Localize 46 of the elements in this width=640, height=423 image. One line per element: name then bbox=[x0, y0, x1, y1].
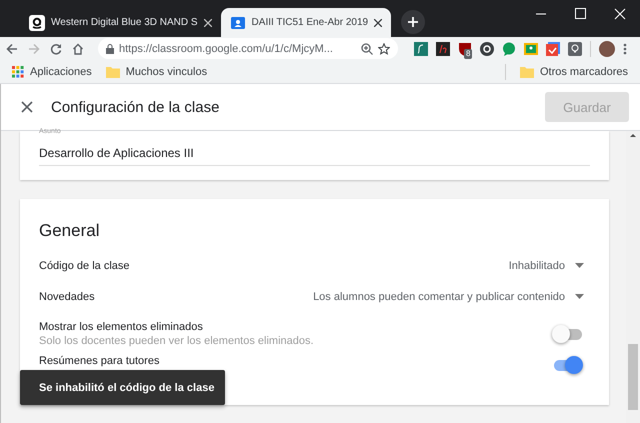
circle-extension-icon[interactable] bbox=[480, 42, 494, 56]
chat-bubble-icon[interactable] bbox=[502, 42, 516, 56]
section-heading: General bbox=[39, 220, 100, 242]
close-icon[interactable] bbox=[21, 101, 33, 113]
setting-label: Mostrar los elementos eliminados bbox=[39, 320, 204, 332]
lock-icon bbox=[106, 44, 114, 54]
folder-icon bbox=[106, 66, 120, 78]
setting-description: Solo los docentes pueden ver los elementos eliminados. bbox=[39, 334, 315, 346]
avatar-icon[interactable] bbox=[599, 40, 615, 56]
menu-icon[interactable] bbox=[623, 42, 627, 54]
back-icon[interactable] bbox=[6, 42, 18, 54]
extension-badge: 8 bbox=[464, 48, 472, 58]
page-title: Configuración de la clase bbox=[51, 98, 220, 116]
subject-field[interactable]: Desarrollo de Aplicaciones III bbox=[39, 137, 590, 166]
scrollbar-thumb[interactable] bbox=[628, 344, 638, 410]
caret-icon bbox=[575, 263, 584, 268]
zoom-icon[interactable] bbox=[361, 42, 373, 54]
apps-grid-icon bbox=[12, 66, 24, 78]
classroom-icon[interactable] bbox=[524, 42, 538, 56]
toggle-switch[interactable] bbox=[552, 324, 584, 344]
home-icon[interactable] bbox=[72, 42, 84, 54]
new-tab-button[interactable] bbox=[401, 10, 426, 34]
address-bar[interactable]: https://classroom.google.com/u/1/c/MjcyM... bbox=[98, 38, 398, 59]
extension-icon[interactable] bbox=[436, 42, 450, 56]
star-icon[interactable] bbox=[378, 42, 390, 54]
reload-icon[interactable] bbox=[50, 42, 62, 54]
apps-shortcut[interactable]: Aplicaciones bbox=[12, 66, 92, 78]
close-tab-icon[interactable] bbox=[374, 18, 382, 26]
plus-icon bbox=[407, 16, 420, 28]
snackbar-message: Se inhabilitó el código de la clase bbox=[20, 370, 225, 405]
bookmark-folder[interactable]: Otros marcadores bbox=[520, 66, 628, 78]
maximize-icon[interactable] bbox=[575, 8, 586, 19]
classroom-icon bbox=[230, 14, 246, 30]
setting-dropdown[interactable]: Inhabilitado bbox=[508, 260, 590, 272]
caret-icon bbox=[575, 294, 584, 299]
bookmark-folder[interactable]: Muchos vinculos bbox=[106, 66, 208, 78]
toggle-switch[interactable] bbox=[552, 355, 584, 375]
folder-icon bbox=[520, 66, 534, 78]
setting-label: Código de la clase bbox=[39, 260, 131, 272]
browser-tab[interactable]: Western Digital Blue 3D NAND S bbox=[20, 8, 221, 37]
setting-label: Resúmenes para tutores bbox=[39, 355, 160, 367]
setting-label: Novedades bbox=[39, 290, 96, 302]
setting-dropdown[interactable]: Los alumnos pueden comentar y publicar contenido bbox=[313, 290, 590, 302]
lightbulb-icon[interactable] bbox=[568, 42, 582, 56]
close-tab-icon[interactable] bbox=[204, 18, 212, 26]
browser-tab[interactable]: DAIII TIC51 Ene-Abr 2019 bbox=[220, 8, 392, 37]
